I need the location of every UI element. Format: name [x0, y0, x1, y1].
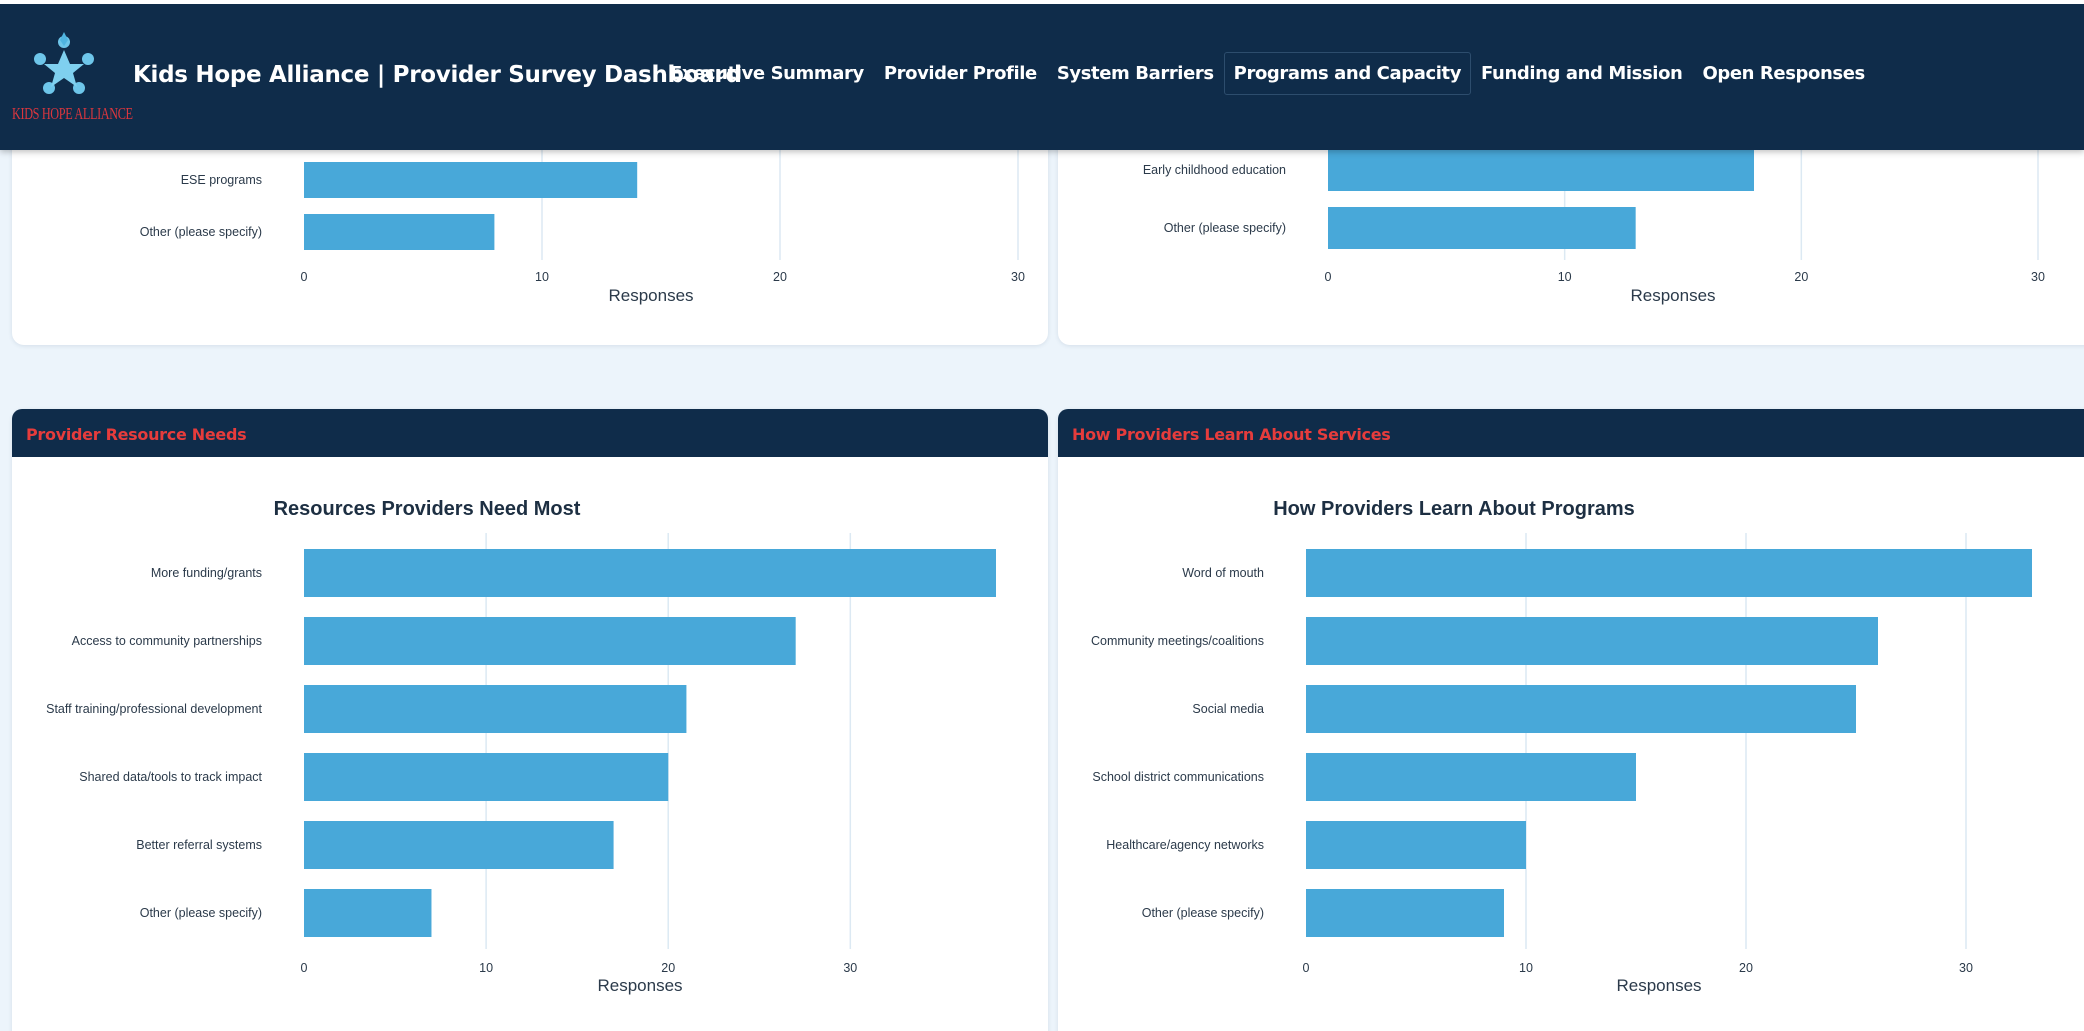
nav-open-responses[interactable]: Open Responses — [1692, 52, 1874, 95]
bar — [1306, 549, 2032, 597]
tick-label: 30 — [1959, 961, 1973, 975]
tick-label: 20 — [661, 961, 675, 975]
bar — [1328, 207, 1636, 249]
category-label: Staff training/professional development — [46, 702, 262, 716]
bar — [304, 889, 432, 937]
how-providers-learn-card: How Providers Learn About Services How P… — [1058, 409, 2084, 1031]
x-axis-title: Responses — [1630, 286, 1715, 305]
category-label: Other (please specify) — [1142, 906, 1264, 920]
provider-resource-needs-card: Provider Resource Needs Resources Provid… — [12, 409, 1048, 1031]
resources-need-chart: Resources Providers Need Most More fundin… — [46, 498, 996, 995]
tick-label: 10 — [1519, 961, 1533, 975]
nav-funding-and-mission[interactable]: Funding and Mission — [1471, 52, 1692, 95]
bar — [1306, 753, 1636, 801]
tick-label: 0 — [1325, 270, 1332, 284]
bar — [304, 549, 996, 597]
bar — [1328, 149, 1754, 191]
logo-text: KIDS HOPE ALLIANCE — [12, 104, 133, 123]
chart-title: How Providers Learn About Programs — [1273, 498, 1635, 520]
category-label: Other (please specify) — [140, 225, 262, 239]
tick-label: 30 — [2031, 270, 2045, 284]
tick-label: 30 — [1011, 270, 1025, 284]
top-navbar: KIDS HOPE ALLIANCE Kids Hope Alliance | … — [0, 0, 2084, 150]
category-label: ESE programs — [181, 173, 262, 187]
x-axis-title: Responses — [1616, 976, 1701, 995]
x-axis-title: Responses — [597, 976, 682, 995]
dashboard-title[interactable]: Kids Hope Alliance | Provider Survey Das… — [133, 62, 742, 88]
bar — [304, 753, 669, 801]
bar — [1306, 821, 1526, 869]
bar — [1306, 889, 1504, 937]
category-label: Other (please specify) — [1164, 221, 1286, 235]
tick-label: 0 — [1303, 961, 1310, 975]
category-label: Other (please specify) — [140, 906, 262, 920]
tick-label: 20 — [773, 270, 787, 284]
bar — [304, 162, 638, 198]
chart-title: Resources Providers Need Most — [274, 498, 581, 520]
bar — [304, 214, 495, 250]
tick-label: 10 — [479, 961, 493, 975]
category-label: Shared data/tools to track impact — [79, 770, 262, 784]
category-label: Word of mouth — [1182, 566, 1264, 580]
bar — [304, 685, 687, 733]
tick-label: 10 — [535, 270, 549, 284]
nav-executive-summary[interactable]: Executive Summary — [660, 52, 874, 95]
category-label: Community meetings/coalitions — [1091, 634, 1264, 648]
category-label: More funding/grants — [151, 566, 262, 580]
category-label: Healthcare/agency networks — [1106, 838, 1264, 852]
category-label: Access to community partnerships — [72, 634, 262, 648]
tick-label: 10 — [1558, 270, 1572, 284]
x-axis-title: Responses — [608, 286, 693, 305]
nav-programs-and-capacity[interactable]: Programs and Capacity — [1223, 52, 1472, 95]
bar — [304, 617, 796, 665]
nav-system-barriers[interactable]: System Barriers — [1047, 52, 1224, 95]
tick-label: 30 — [843, 961, 857, 975]
category-label: School district communications — [1092, 770, 1264, 784]
category-label: Early childhood education — [1143, 163, 1286, 177]
category-label: Better referral systems — [136, 838, 262, 852]
tick-label: 20 — [1794, 270, 1808, 284]
tick-label: 0 — [301, 961, 308, 975]
how-providers-learn-chart: How Providers Learn About Programs Word o… — [1091, 498, 2032, 995]
nav-links: Executive Summary Provider Profile Syste… — [660, 52, 1875, 95]
category-label: Social media — [1192, 702, 1264, 716]
tick-label: 0 — [301, 270, 308, 284]
nav-provider-profile[interactable]: Provider Profile — [874, 52, 1047, 95]
bar — [1306, 617, 1878, 665]
bar — [1306, 685, 1856, 733]
tick-label: 20 — [1739, 961, 1753, 975]
bar — [304, 821, 614, 869]
